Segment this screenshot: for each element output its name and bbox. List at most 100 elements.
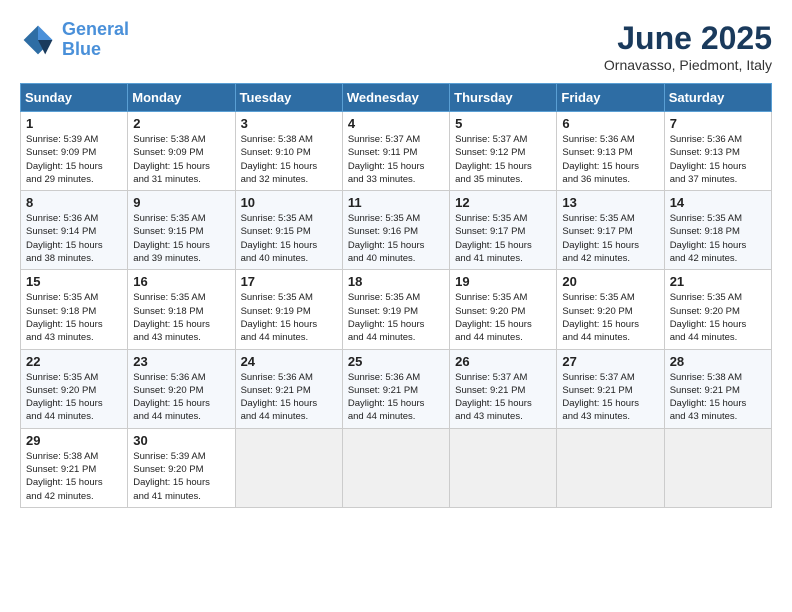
day-info: Sunrise: 5:37 AM Sunset: 9:21 PM Dayligh… xyxy=(455,371,551,424)
day-number: 13 xyxy=(562,195,658,210)
day-info: Sunrise: 5:37 AM Sunset: 9:21 PM Dayligh… xyxy=(562,371,658,424)
day-info: Sunrise: 5:39 AM Sunset: 9:09 PM Dayligh… xyxy=(26,133,122,186)
day-number: 18 xyxy=(348,274,444,289)
calendar-cell: 15 Sunrise: 5:35 AM Sunset: 9:18 PM Dayli… xyxy=(21,270,128,349)
day-info: Sunrise: 5:39 AM Sunset: 9:20 PM Dayligh… xyxy=(133,450,229,503)
calendar-cell: 24 Sunrise: 5:36 AM Sunset: 9:21 PM Dayli… xyxy=(235,349,342,428)
calendar-cell: 1Sunrise: 5:39 AM Sunset: 9:09 PM Daylig… xyxy=(21,112,128,191)
calendar-header-thursday: Thursday xyxy=(450,84,557,112)
calendar-week-row: 1Sunrise: 5:39 AM Sunset: 9:09 PM Daylig… xyxy=(21,112,772,191)
day-info: Sunrise: 5:35 AM Sunset: 9:19 PM Dayligh… xyxy=(348,291,444,344)
day-info: Sunrise: 5:35 AM Sunset: 9:17 PM Dayligh… xyxy=(455,212,551,265)
calendar-cell: 28 Sunrise: 5:38 AM Sunset: 9:21 PM Dayli… xyxy=(664,349,771,428)
day-number: 5 xyxy=(455,116,551,131)
calendar-cell xyxy=(235,428,342,507)
day-number: 6 xyxy=(562,116,658,131)
calendar-cell: 21 Sunrise: 5:35 AM Sunset: 9:20 PM Dayli… xyxy=(664,270,771,349)
calendar-cell: 22Sunrise: 5:35 AM Sunset: 9:20 PM Dayli… xyxy=(21,349,128,428)
calendar-cell xyxy=(450,428,557,507)
day-number: 26 xyxy=(455,354,551,369)
calendar-cell: 23 Sunrise: 5:36 AM Sunset: 9:20 PM Dayli… xyxy=(128,349,235,428)
day-info: Sunrise: 5:38 AM Sunset: 9:10 PM Dayligh… xyxy=(241,133,337,186)
day-number: 21 xyxy=(670,274,766,289)
calendar-cell: 7 Sunrise: 5:36 AM Sunset: 9:13 PM Daylig… xyxy=(664,112,771,191)
calendar-cell xyxy=(342,428,449,507)
day-number: 12 xyxy=(455,195,551,210)
calendar-header-friday: Friday xyxy=(557,84,664,112)
day-number: 28 xyxy=(670,354,766,369)
day-info: Sunrise: 5:36 AM Sunset: 9:14 PM Dayligh… xyxy=(26,212,122,265)
calendar-cell: 20Sunrise: 5:35 AM Sunset: 9:20 PM Dayli… xyxy=(557,270,664,349)
day-info: Sunrise: 5:35 AM Sunset: 9:20 PM Dayligh… xyxy=(562,291,658,344)
calendar-cell: 26 Sunrise: 5:37 AM Sunset: 9:21 PM Dayli… xyxy=(450,349,557,428)
calendar-cell: 16 Sunrise: 5:35 AM Sunset: 9:18 PM Dayli… xyxy=(128,270,235,349)
day-info: Sunrise: 5:35 AM Sunset: 9:20 PM Dayligh… xyxy=(26,371,122,424)
logo-icon xyxy=(20,22,56,58)
day-number: 16 xyxy=(133,274,229,289)
day-info: Sunrise: 5:35 AM Sunset: 9:18 PM Dayligh… xyxy=(133,291,229,344)
calendar-header-monday: Monday xyxy=(128,84,235,112)
day-number: 8 xyxy=(26,195,122,210)
calendar-cell: 27 Sunrise: 5:37 AM Sunset: 9:21 PM Dayli… xyxy=(557,349,664,428)
day-number: 11 xyxy=(348,195,444,210)
day-info: Sunrise: 5:37 AM Sunset: 9:11 PM Dayligh… xyxy=(348,133,444,186)
day-number: 15 xyxy=(26,274,122,289)
day-info: Sunrise: 5:36 AM Sunset: 9:21 PM Dayligh… xyxy=(241,371,337,424)
day-info: Sunrise: 5:38 AM Sunset: 9:21 PM Dayligh… xyxy=(670,371,766,424)
day-number: 30 xyxy=(133,433,229,448)
calendar-cell: 10 Sunrise: 5:35 AM Sunset: 9:15 PM Dayli… xyxy=(235,191,342,270)
day-info: Sunrise: 5:36 AM Sunset: 9:21 PM Dayligh… xyxy=(348,371,444,424)
calendar-cell: 25Sunrise: 5:36 AM Sunset: 9:21 PM Dayli… xyxy=(342,349,449,428)
day-number: 2 xyxy=(133,116,229,131)
location: Ornavasso, Piedmont, Italy xyxy=(604,57,772,73)
calendar-header-row: SundayMondayTuesdayWednesdayThursdayFrid… xyxy=(21,84,772,112)
day-number: 23 xyxy=(133,354,229,369)
day-number: 17 xyxy=(241,274,337,289)
day-info: Sunrise: 5:36 AM Sunset: 9:20 PM Dayligh… xyxy=(133,371,229,424)
calendar-cell: 18 Sunrise: 5:35 AM Sunset: 9:19 PM Dayli… xyxy=(342,270,449,349)
day-info: Sunrise: 5:35 AM Sunset: 9:15 PM Dayligh… xyxy=(241,212,337,265)
calendar-cell: 30 Sunrise: 5:39 AM Sunset: 9:20 PM Dayli… xyxy=(128,428,235,507)
day-info: Sunrise: 5:38 AM Sunset: 9:21 PM Dayligh… xyxy=(26,450,122,503)
day-number: 19 xyxy=(455,274,551,289)
day-info: Sunrise: 5:35 AM Sunset: 9:15 PM Dayligh… xyxy=(133,212,229,265)
calendar-cell: 5Sunrise: 5:37 AM Sunset: 9:12 PM Daylig… xyxy=(450,112,557,191)
calendar-cell: 29Sunrise: 5:38 AM Sunset: 9:21 PM Dayli… xyxy=(21,428,128,507)
day-info: Sunrise: 5:38 AM Sunset: 9:09 PM Dayligh… xyxy=(133,133,229,186)
calendar-cell: 3Sunrise: 5:38 AM Sunset: 9:10 PM Daylig… xyxy=(235,112,342,191)
day-info: Sunrise: 5:35 AM Sunset: 9:19 PM Dayligh… xyxy=(241,291,337,344)
calendar-cell xyxy=(557,428,664,507)
day-number: 10 xyxy=(241,195,337,210)
calendar-cell: 2 Sunrise: 5:38 AM Sunset: 9:09 PM Daylig… xyxy=(128,112,235,191)
day-info: Sunrise: 5:35 AM Sunset: 9:18 PM Dayligh… xyxy=(670,212,766,265)
day-info: Sunrise: 5:36 AM Sunset: 9:13 PM Dayligh… xyxy=(562,133,658,186)
calendar-cell: 19Sunrise: 5:35 AM Sunset: 9:20 PM Dayli… xyxy=(450,270,557,349)
page-header: General Blue June 2025 Ornavasso, Piedmo… xyxy=(20,20,772,73)
day-number: 24 xyxy=(241,354,337,369)
month-title: June 2025 xyxy=(604,20,772,57)
day-info: Sunrise: 5:35 AM Sunset: 9:18 PM Dayligh… xyxy=(26,291,122,344)
calendar-header-sunday: Sunday xyxy=(21,84,128,112)
day-info: Sunrise: 5:36 AM Sunset: 9:13 PM Dayligh… xyxy=(670,133,766,186)
calendar-cell: 12 Sunrise: 5:35 AM Sunset: 9:17 PM Dayli… xyxy=(450,191,557,270)
calendar-cell: 8 Sunrise: 5:36 AM Sunset: 9:14 PM Daylig… xyxy=(21,191,128,270)
calendar-cell: 17 Sunrise: 5:35 AM Sunset: 9:19 PM Dayli… xyxy=(235,270,342,349)
calendar-week-row: 8 Sunrise: 5:36 AM Sunset: 9:14 PM Daylig… xyxy=(21,191,772,270)
calendar-cell: 6 Sunrise: 5:36 AM Sunset: 9:13 PM Daylig… xyxy=(557,112,664,191)
day-number: 4 xyxy=(348,116,444,131)
logo: General Blue xyxy=(20,20,129,60)
logo-line2: Blue xyxy=(62,39,101,59)
calendar-week-row: 29Sunrise: 5:38 AM Sunset: 9:21 PM Dayli… xyxy=(21,428,772,507)
calendar-cell: 13Sunrise: 5:35 AM Sunset: 9:17 PM Dayli… xyxy=(557,191,664,270)
day-number: 27 xyxy=(562,354,658,369)
calendar-cell: 9Sunrise: 5:35 AM Sunset: 9:15 PM Daylig… xyxy=(128,191,235,270)
calendar-table: SundayMondayTuesdayWednesdayThursdayFrid… xyxy=(20,83,772,508)
calendar-week-row: 22Sunrise: 5:35 AM Sunset: 9:20 PM Dayli… xyxy=(21,349,772,428)
day-number: 7 xyxy=(670,116,766,131)
logo-text: General Blue xyxy=(62,20,129,60)
title-block: June 2025 Ornavasso, Piedmont, Italy xyxy=(604,20,772,73)
calendar-cell: 11Sunrise: 5:35 AM Sunset: 9:16 PM Dayli… xyxy=(342,191,449,270)
day-info: Sunrise: 5:35 AM Sunset: 9:20 PM Dayligh… xyxy=(670,291,766,344)
calendar-week-row: 15 Sunrise: 5:35 AM Sunset: 9:18 PM Dayli… xyxy=(21,270,772,349)
calendar-header-tuesday: Tuesday xyxy=(235,84,342,112)
